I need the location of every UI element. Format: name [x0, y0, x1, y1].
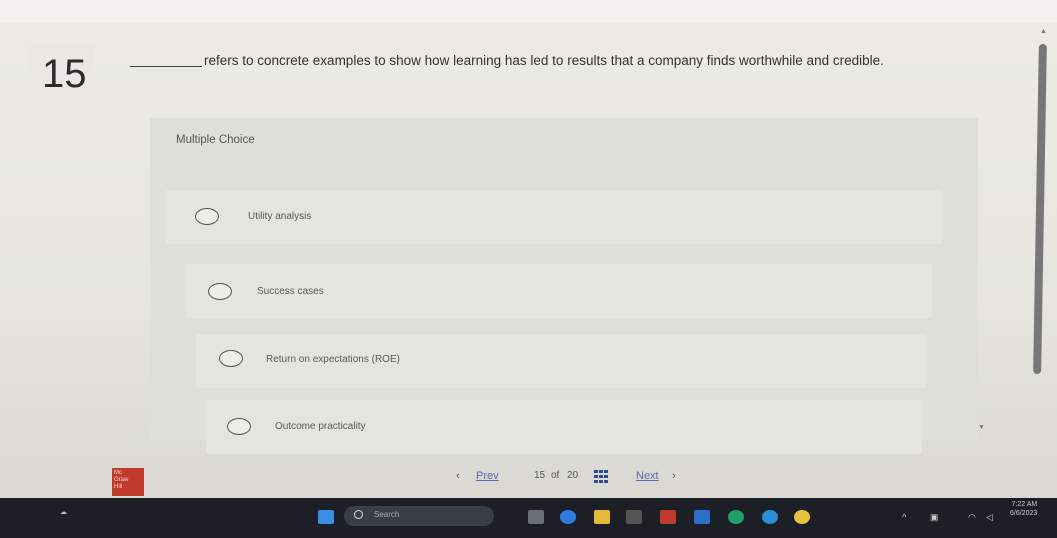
- question-text: refers to concrete examples to show how …: [204, 53, 884, 68]
- edge-icon[interactable]: [560, 510, 576, 524]
- next-chevron-icon[interactable]: ›: [672, 470, 676, 482]
- wifi-icon[interactable]: ◠: [968, 512, 976, 523]
- next-link[interactable]: Next: [636, 470, 659, 482]
- clock-time: 7:22 AM: [1011, 501, 1038, 508]
- page-current: 15: [534, 470, 546, 481]
- start-icon[interactable]: [318, 510, 334, 524]
- taskbar-app-icon[interactable]: [694, 510, 710, 524]
- clock-date: 6/6/2023: [1010, 510, 1038, 517]
- scroll-up-arrow-icon[interactable]: ▲: [1040, 28, 1047, 35]
- prev-link[interactable]: Prev: [476, 470, 499, 482]
- page-total: 20: [567, 470, 579, 481]
- choice-label: Utility analysis: [248, 211, 312, 222]
- volume-icon[interactable]: ◁: [986, 512, 993, 523]
- answer-blank-line: [130, 66, 202, 67]
- choice-label: Success cases: [257, 286, 324, 297]
- radio-button[interactable]: [219, 350, 243, 367]
- tray-app-icon[interactable]: ▣: [930, 512, 939, 523]
- multiple-choice-label: Multiple Choice: [176, 134, 255, 146]
- quiz-page: 15 refers to concrete examples to show h…: [0, 0, 1057, 498]
- scroll-down-arrow-icon[interactable]: ▼: [978, 424, 985, 431]
- question-grid-icon[interactable]: [594, 470, 608, 483]
- taskbar-clock[interactable]: 7:22 AM 6/6/2023: [1010, 500, 1037, 518]
- tray-chevron-icon[interactable]: ^: [902, 512, 906, 522]
- weather-widget-icon[interactable]: ☁: [60, 508, 67, 516]
- top-toolbar: [0, 0, 1057, 22]
- taskbar-app-icon[interactable]: [762, 510, 778, 524]
- prev-chevron-icon[interactable]: ‹: [456, 470, 460, 482]
- choice-label: Return on expectations (ROE): [266, 354, 400, 365]
- search-icon: [354, 510, 363, 519]
- file-explorer-icon[interactable]: [594, 510, 610, 524]
- radio-button[interactable]: [208, 283, 232, 300]
- chrome-icon[interactable]: [794, 510, 810, 524]
- radio-button[interactable]: [195, 208, 219, 225]
- page-of-label: of: [551, 470, 560, 481]
- store-icon[interactable]: [626, 510, 642, 524]
- scrollbar-thumb[interactable]: [1033, 44, 1047, 374]
- radio-button[interactable]: [227, 418, 251, 435]
- search-placeholder: Search: [374, 510, 400, 519]
- choice-label: Outcome practicality: [275, 421, 366, 432]
- search-input[interactable]: [344, 506, 494, 526]
- question-number: 15: [42, 52, 87, 96]
- taskbar-app-icon[interactable]: [728, 510, 744, 524]
- taskbar-app-icon[interactable]: [528, 510, 544, 524]
- taskbar-app-icon[interactable]: [660, 510, 676, 524]
- mcgraw-hill-logo: Mc Graw Hill: [112, 468, 144, 496]
